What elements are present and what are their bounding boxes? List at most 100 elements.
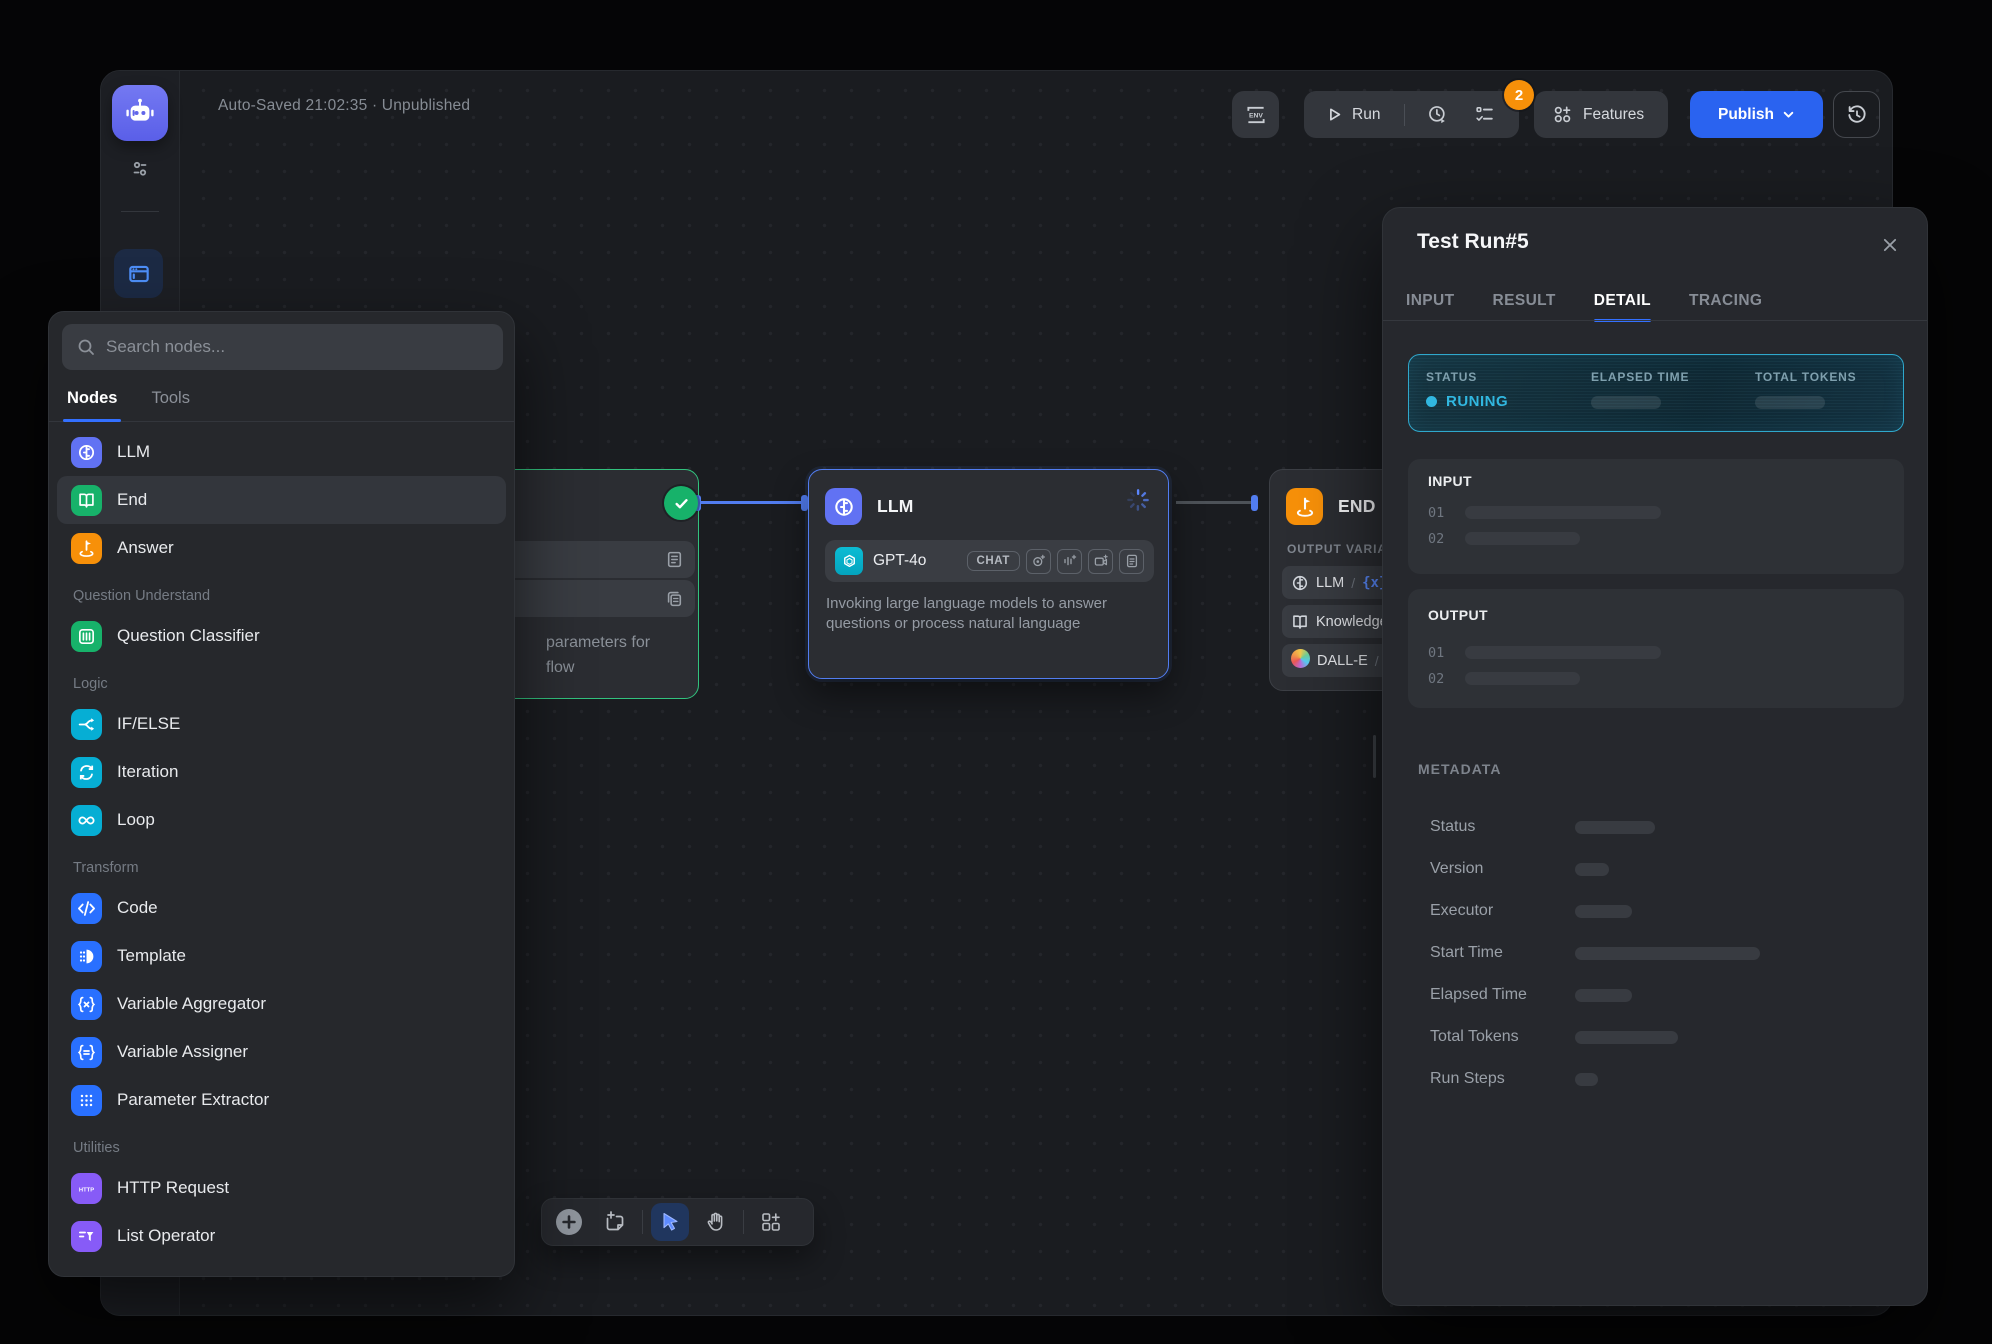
- variable-source: LLM: [1316, 575, 1344, 591]
- close-icon: [1881, 236, 1899, 254]
- preferences-button[interactable]: [128, 157, 152, 181]
- run-button-group: Run: [1304, 91, 1519, 138]
- publish-button[interactable]: Publish: [1690, 91, 1823, 138]
- output-row: 01: [1428, 646, 1884, 659]
- brain-outline-icon: [1291, 574, 1309, 592]
- checklist-icon[interactable]: [1474, 104, 1495, 125]
- document-capability-icon: [1119, 549, 1144, 574]
- template-icon: [71, 941, 102, 972]
- output-row: 02: [1428, 672, 1884, 685]
- skeleton-bar: [1575, 1031, 1678, 1044]
- brain-icon: [825, 488, 862, 525]
- list-operator-icon: [71, 1221, 102, 1252]
- history-icon: [1846, 104, 1868, 126]
- sliders-icon: [128, 157, 152, 181]
- variable-separator: /: [1375, 653, 1379, 669]
- node-panel-item[interactable]: IF/ELSE: [57, 700, 506, 748]
- test-run-tab[interactable]: TRACING: [1689, 280, 1762, 321]
- brain-icon: [71, 437, 102, 468]
- node-panel-item[interactable]: Parameter Extractor: [57, 1076, 506, 1124]
- window-tool-button[interactable]: [114, 249, 163, 298]
- model-name: GPT-4o: [873, 552, 926, 570]
- svg-text:HTTP: HTTP: [79, 1187, 94, 1193]
- node-panel-item[interactable]: List Operator: [57, 1212, 506, 1260]
- node-item-label: Parameter Extractor: [117, 1090, 269, 1110]
- publish-label: Publish: [1718, 106, 1774, 124]
- node-panel-item[interactable]: Template: [57, 932, 506, 980]
- node-panel-item[interactable]: HTTP HTTP Request: [57, 1164, 506, 1212]
- env-icon: ENV: [1244, 103, 1268, 127]
- loop-icon: [71, 805, 102, 836]
- status-dot-icon: [1426, 396, 1437, 407]
- llm-node[interactable]: LLM: [808, 469, 1169, 679]
- node-panel-tab[interactable]: Nodes: [67, 376, 117, 421]
- section-header: Question Understand: [73, 588, 490, 604]
- node-panel-item[interactable]: Variable Aggregator: [57, 980, 506, 1028]
- section-header: Utilities: [73, 1140, 490, 1156]
- robot-icon: [122, 95, 158, 131]
- node-panel-item[interactable]: End: [57, 476, 506, 524]
- variable-separator: /: [1351, 575, 1355, 591]
- vision-capability-icon: [1026, 549, 1051, 574]
- connector-handle[interactable]: [1251, 495, 1258, 511]
- node-panel-item[interactable]: Loop: [57, 796, 506, 844]
- llm-node-title: LLM: [877, 496, 914, 517]
- run-history-icon[interactable]: [1427, 104, 1448, 125]
- flag-icon: [71, 533, 102, 564]
- skeleton-bar: [1465, 506, 1661, 519]
- env-button[interactable]: ENV: [1232, 91, 1279, 138]
- run-button[interactable]: Run: [1352, 106, 1380, 124]
- search-icon: [76, 337, 96, 357]
- llm-node-description: Invoking large language models to answer…: [826, 594, 1156, 634]
- node-panel-section: Logic IF/ELSE Iteration Loop: [57, 676, 506, 844]
- node-panel-item[interactable]: Answer: [57, 524, 506, 572]
- version-history-button[interactable]: [1833, 91, 1880, 138]
- status-value: RUNING: [1426, 393, 1508, 410]
- code-icon: [71, 893, 102, 924]
- test-run-tab[interactable]: INPUT: [1406, 280, 1455, 321]
- node-panel-item[interactable]: LLM: [57, 428, 506, 476]
- node-item-label: Answer: [117, 538, 174, 558]
- add-note-button[interactable]: [596, 1203, 634, 1241]
- test-run-panel: Test Run#5 INPUTRESULTDETAILTRACING STAT…: [1382, 207, 1928, 1306]
- section-header: Logic: [73, 676, 490, 692]
- autosave-status: Auto-Saved 21:02:35 · Unpublished: [218, 97, 470, 115]
- pointer-tool-button[interactable]: [651, 1203, 689, 1241]
- auto-layout-button[interactable]: [752, 1203, 790, 1241]
- node-panel-item[interactable]: Code: [57, 884, 506, 932]
- input-row: 01: [1428, 506, 1884, 519]
- node-panel-tab[interactable]: Tools: [151, 376, 190, 421]
- connector-handle[interactable]: [801, 495, 808, 511]
- audio-capability-icon: [1057, 549, 1082, 574]
- app-logo[interactable]: [112, 85, 168, 141]
- node-panel-item[interactable]: Question Classifier: [57, 612, 506, 660]
- test-run-tab[interactable]: DETAIL: [1594, 280, 1651, 321]
- model-selector[interactable]: GPT-4o CHAT: [825, 540, 1154, 582]
- metadata-label: METADATA: [1418, 761, 1501, 777]
- metadata-row-label: Total Tokens: [1430, 1028, 1575, 1046]
- row-index: 02: [1428, 531, 1448, 547]
- test-run-tab[interactable]: RESULT: [1493, 280, 1556, 321]
- node-search-input[interactable]: Search nodes...: [62, 324, 503, 370]
- node-item-label: IF/ELSE: [117, 714, 180, 734]
- node-panel-item[interactable]: Variable Assigner: [57, 1028, 506, 1076]
- metadata-row: Elapsed Time: [1383, 974, 1927, 1016]
- close-button[interactable]: [1879, 234, 1901, 256]
- node-panel-section: LLM End Answer: [57, 428, 506, 572]
- node-panel-item[interactable]: Iteration: [57, 748, 506, 796]
- skeleton-bar: [1575, 989, 1632, 1002]
- skeleton-bar: [1465, 672, 1580, 685]
- play-icon[interactable]: [1326, 106, 1343, 123]
- http-icon: HTTP: [71, 1173, 102, 1204]
- run-status-card: STATUS RUNING ELAPSED TIME TOTAL TOKENS: [1408, 354, 1904, 432]
- add-node-button[interactable]: [550, 1203, 588, 1241]
- hand-tool-button[interactable]: [697, 1203, 735, 1241]
- node-item-label: Question Classifier: [117, 626, 260, 646]
- features-button[interactable]: Features: [1534, 91, 1668, 138]
- metadata-row-label: Executor: [1430, 902, 1575, 920]
- variable-source: Knowledge: [1316, 614, 1388, 630]
- skeleton-bar: [1465, 646, 1661, 659]
- run-group-divider: [1404, 104, 1405, 126]
- scroll-indicator[interactable]: [1373, 735, 1376, 778]
- section-header: Transform: [73, 860, 490, 876]
